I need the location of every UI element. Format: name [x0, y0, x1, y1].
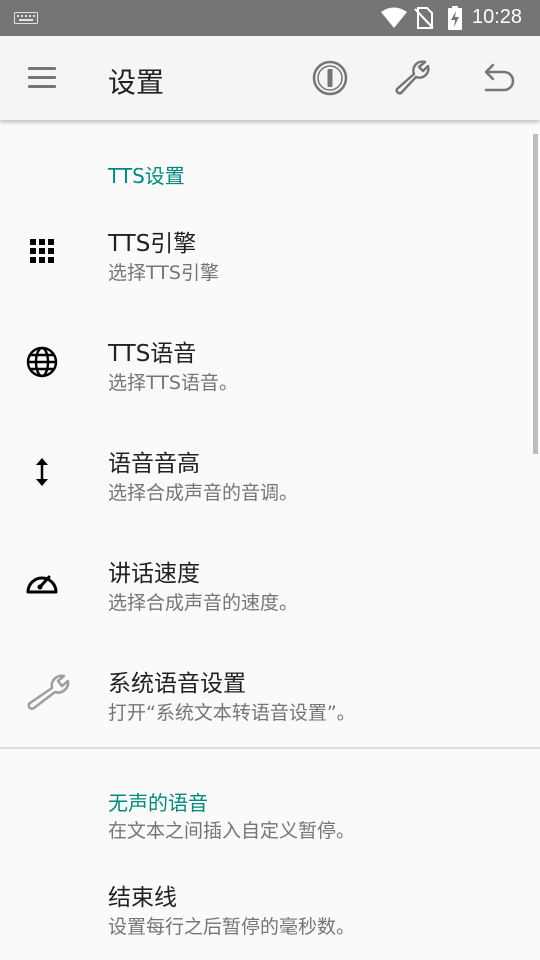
no-sim-icon: [414, 7, 434, 29]
status-bar: 10:28: [0, 0, 540, 36]
category-silent-speech: 无声的语音: [108, 791, 208, 815]
pref-summary: 选择TTS语音。: [108, 372, 238, 394]
status-time: 10:28: [472, 6, 523, 28]
pref-title: 讲话速度: [108, 561, 200, 587]
pref-summary: 选择TTS引擎: [108, 262, 219, 284]
menu-icon[interactable]: [28, 67, 56, 89]
section-divider: [0, 747, 540, 749]
speedometer-icon: [26, 575, 58, 594]
settings-list: TTS设置 TTS引擎 选择TTS引擎 TTS语音 选择TTS语音。 语音音高 …: [0, 120, 540, 960]
pref-title: 系统语音设置: [108, 671, 246, 697]
pref-speech-pitch[interactable]: 语音音高 选择合成声音的音调。: [0, 416, 540, 526]
pref-summary: 选择合成声音的音调。: [108, 482, 299, 504]
pref-end-of-line[interactable]: 结束线 设置每行之后暂停的毫秒数。: [0, 850, 540, 960]
pref-title: TTS引擎: [108, 231, 197, 257]
category-tts-settings: TTS设置: [108, 164, 185, 188]
battery-charging-icon: [448, 6, 462, 30]
globe-icon: [26, 346, 58, 378]
grid-icon: [30, 239, 54, 263]
pref-title: TTS语音: [108, 341, 197, 367]
pref-title: 语音音高: [108, 451, 200, 477]
undo-icon[interactable]: [478, 58, 518, 98]
pref-summary: 选择合成声音的速度。: [108, 592, 299, 614]
pref-summary: 在文本之间插入自定义暂停。: [108, 820, 356, 842]
pref-speech-rate[interactable]: 讲话速度 选择合成声音的速度。: [0, 526, 540, 636]
app-bar: 设置: [0, 36, 540, 120]
pref-summary: 设置每行之后暂停的毫秒数。: [108, 916, 356, 938]
wrench-icon[interactable]: [392, 58, 432, 98]
wifi-icon: [381, 7, 407, 28]
pref-system-tts-settings[interactable]: 系统语音设置 打开“系统文本转语音设置”。: [0, 636, 540, 746]
pref-tts-voice[interactable]: TTS语音 选择TTS语音。: [0, 306, 540, 416]
category-summary: 在文本之间插入自定义暂停。: [0, 816, 540, 846]
pref-title: 结束线: [108, 885, 177, 911]
vertical-arrows-icon: [36, 458, 48, 486]
pref-summary: 打开“系统文本转语音设置”。: [108, 702, 356, 724]
pref-tts-engine[interactable]: TTS引擎 选择TTS引擎: [0, 196, 540, 306]
page-title: 设置: [108, 66, 165, 99]
wrench-icon: [27, 674, 70, 710]
keyboard-icon: [14, 12, 38, 24]
info-icon[interactable]: [310, 58, 350, 98]
